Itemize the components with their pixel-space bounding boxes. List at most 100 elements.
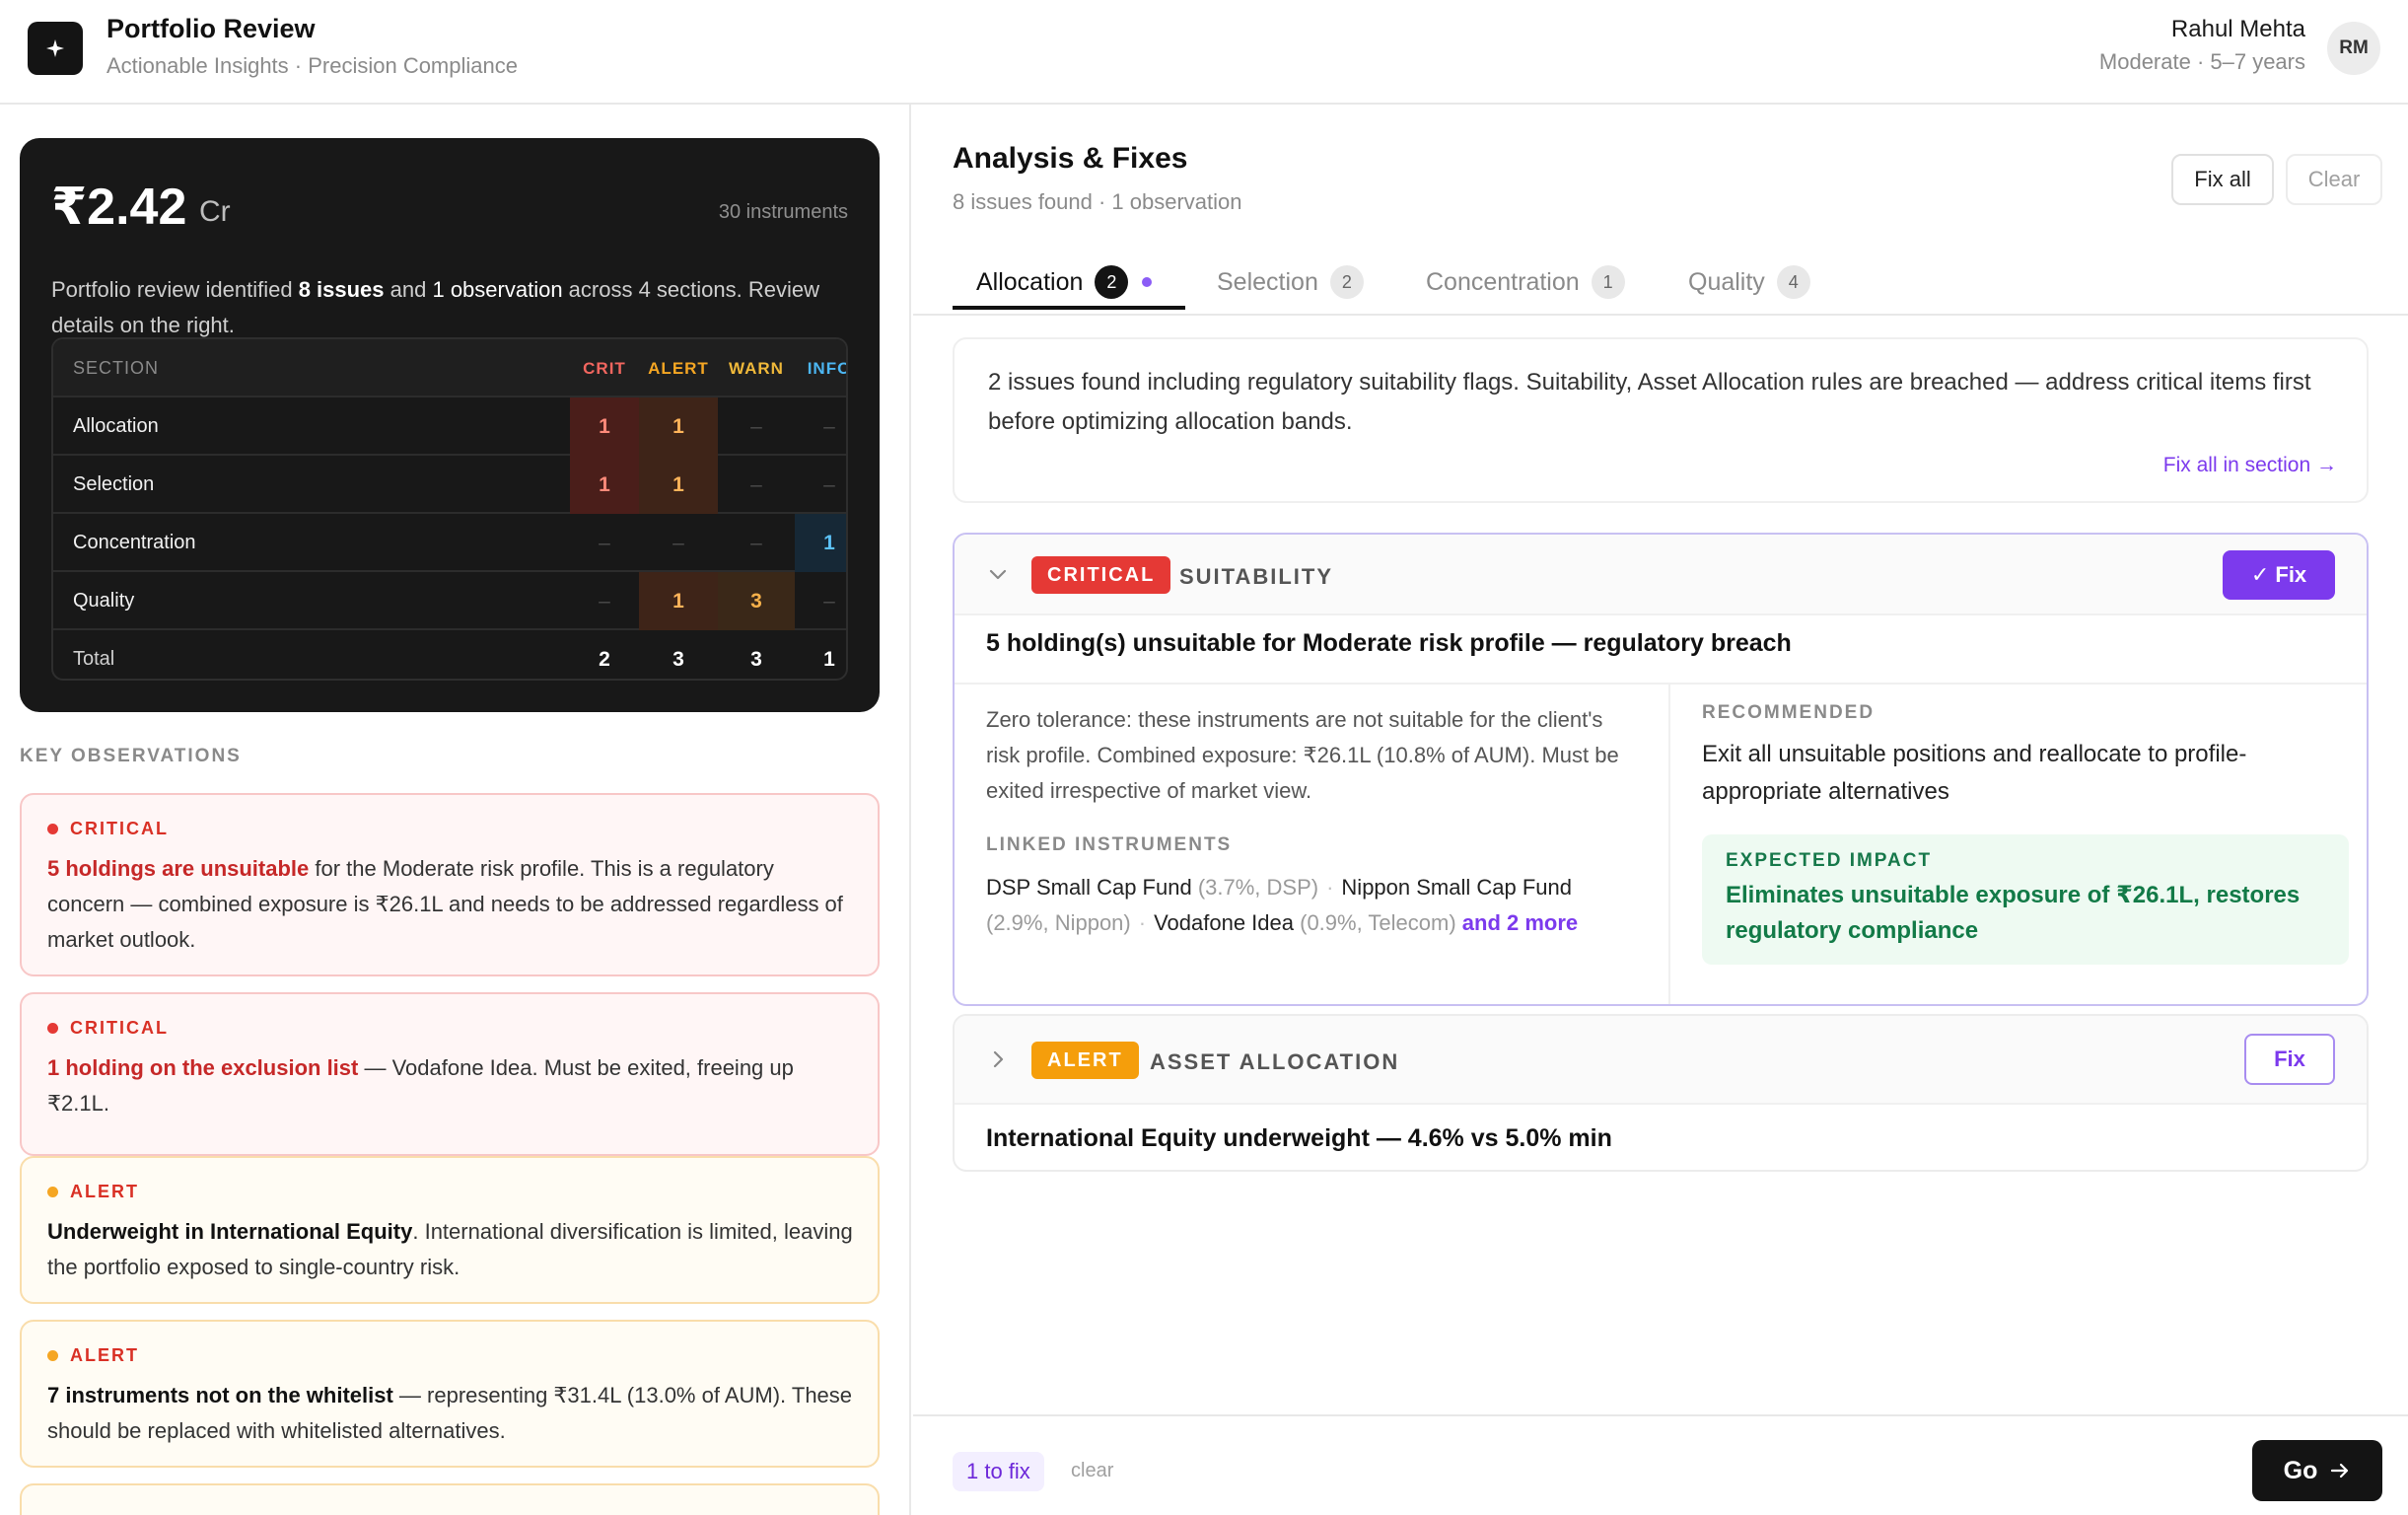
cell-alert: 1 — [639, 456, 718, 514]
clear-button[interactable]: Clear — [2286, 154, 2382, 205]
cell-info: – — [823, 473, 835, 496]
critical-dot-icon — [47, 1023, 58, 1034]
linked-instrument-meta: (2.9%, Nippon) — [986, 910, 1131, 935]
fix-all-in-section-link[interactable]: Fix all in section → — [2163, 454, 2337, 477]
app-subtitle: Actionable Insights · Precision Complian… — [106, 53, 518, 78]
chevron-right-icon[interactable] — [986, 1047, 1010, 1071]
cell-crit: 1 — [570, 397, 639, 456]
observation-highlight: 1 holding on the exclusion list — [47, 1055, 359, 1080]
linked-instrument-meta: (3.7%, DSP) — [1197, 875, 1319, 900]
observation-highlight: 7 instruments not on the whitelist — [47, 1383, 393, 1407]
header-section: SECTION — [73, 358, 160, 378]
summary-text-part: Portfolio review identified — [51, 277, 299, 302]
observation-text: 7 instruments not on the whitelist — rep… — [47, 1378, 854, 1449]
portfolio-summary-card: ₹2.42 Cr 30 instruments Portfolio review… — [20, 138, 880, 712]
user-name: Rahul Mehta — [2170, 16, 2305, 42]
cell-alert: 1 — [639, 572, 718, 630]
observation-highlight: Underweight in International Equity — [47, 1219, 413, 1244]
go-button[interactable]: Go — [2252, 1440, 2382, 1501]
summary-text-part: and — [384, 277, 433, 302]
tab-quality[interactable]: Quality 4 — [1688, 249, 1810, 316]
observation-level: ALERT — [47, 1182, 854, 1202]
avatar[interactable]: RM — [2327, 22, 2380, 75]
issue-description: Zero tolerance: these instruments are no… — [986, 707, 1619, 803]
fix-button[interactable]: ✓ Fix — [2223, 550, 2335, 600]
observation-text: Underweight in International Equity. Int… — [47, 1214, 854, 1285]
table-row[interactable]: Selection 1 1 – – — [53, 456, 846, 514]
section-summary-table: SECTION CRIT ALERT WARN INFO Allocation … — [51, 337, 848, 681]
portfolio-value: ₹2.42 — [51, 179, 187, 236]
total-label: Total — [73, 648, 115, 670]
active-tab-indicator — [953, 306, 1185, 310]
observation-highlight: 5 holdings are unsuitable — [47, 856, 310, 881]
total-info: 1 — [823, 648, 835, 671]
separator: · — [1326, 875, 1334, 900]
linked-instrument[interactable]: DSP Small Cap Fund — [986, 875, 1192, 900]
issue-header[interactable]: CRITICAL SUITABILITY ✓ Fix — [955, 535, 2367, 615]
linked-instruments-label: LINKED INSTRUMENTS — [986, 834, 1233, 855]
expected-impact-label: EXPECTED IMPACT — [1726, 850, 1933, 871]
observation-level: CRITICAL — [47, 819, 854, 839]
observation-level-label: ALERT — [70, 1345, 139, 1365]
linked-instrument-meta: (0.9%, Telecom) — [1300, 910, 1456, 935]
issue-card-asset-allocation: ALERT ASSET ALLOCATION Fix International… — [953, 1014, 2369, 1172]
issue-card-suitability: CRITICAL SUITABILITY ✓ Fix 5 holding(s) … — [953, 533, 2369, 1006]
tab-concentration[interactable]: Concentration 1 — [1426, 249, 1625, 316]
cell-crit: – — [599, 532, 610, 554]
sparkle-icon — [46, 39, 64, 57]
issue-title: 5 holding(s) unsuitable for Moderate ris… — [986, 629, 1792, 657]
linked-instrument[interactable]: Nippon Small Cap Fund — [1341, 875, 1572, 900]
observation-card[interactable]: CRITICAL 1 holding on the exclusion list… — [20, 992, 880, 1156]
show-more-link[interactable]: and 2 more — [1462, 910, 1578, 935]
section-intro-card: 2 issues found including regulatory suit… — [953, 337, 2369, 503]
summary-observation-count: 1 observation — [432, 277, 563, 302]
tab-label: Concentration — [1426, 267, 1580, 296]
table-row[interactable]: Allocation 1 1 – – — [53, 397, 846, 456]
cell-warn: – — [750, 415, 762, 438]
observation-card[interactable]: ALERT 7 instruments not on the whitelist… — [20, 1320, 880, 1468]
table-row[interactable]: Quality – 1 3 – — [53, 572, 846, 630]
observation-level-label: CRITICAL — [70, 819, 169, 838]
header-warn: WARN — [729, 359, 784, 378]
issue-category: ASSET ALLOCATION — [1150, 1049, 1400, 1074]
fix-button[interactable]: Fix — [2244, 1034, 2335, 1085]
portfolio-value-unit: Cr — [199, 195, 231, 228]
tab-label: Quality — [1688, 267, 1765, 296]
divider — [1668, 685, 1670, 1004]
fix-all-button[interactable]: Fix all — [2171, 154, 2274, 205]
action-footer: 1 to fix clear Go — [913, 1414, 2408, 1515]
pending-dot-icon — [1142, 277, 1153, 287]
header-info: INFO — [807, 359, 848, 378]
linked-instrument[interactable]: Vodafone Idea — [1154, 910, 1294, 935]
cell-warn: – — [750, 532, 762, 554]
observation-card[interactable]: ALERT Underweight in International Equit… — [20, 1156, 880, 1304]
cell-alert: 1 — [639, 397, 718, 456]
total-warn: 3 — [750, 648, 762, 671]
observation-level-label: CRITICAL — [70, 1018, 169, 1038]
total-alert: 3 — [673, 648, 684, 671]
instrument-count: 30 instruments — [718, 201, 848, 223]
chevron-down-icon[interactable] — [986, 562, 1010, 586]
clear-selection-link[interactable]: clear — [1071, 1460, 1113, 1482]
observation-card-partial[interactable] — [20, 1483, 880, 1515]
cell-crit: 1 — [570, 456, 639, 514]
cell-info: – — [823, 590, 835, 613]
issue-details: Zero tolerance: these instruments are no… — [986, 702, 1637, 941]
issue-header[interactable]: ALERT ASSET ALLOCATION Fix — [955, 1016, 2367, 1105]
arrow-right-icon — [2331, 1463, 2349, 1479]
section-intro-text: 2 issues found including regulatory suit… — [988, 369, 2311, 435]
observation-card[interactable]: CRITICAL 5 holdings are unsuitable for t… — [20, 793, 880, 976]
tab-label: Allocation — [976, 267, 1084, 296]
cell-warn: – — [750, 473, 762, 496]
summary-issue-count: 8 issues — [298, 277, 385, 302]
critical-badge: CRITICAL — [1031, 556, 1171, 594]
tab-count: 1 — [1591, 265, 1625, 299]
issue-recommendation: RECOMMENDED Exit all unsuitable position… — [1702, 702, 2349, 965]
tab-label: Selection — [1217, 267, 1318, 296]
tab-count: 2 — [1329, 265, 1364, 299]
observation-level: CRITICAL — [47, 1018, 854, 1039]
table-row[interactable]: Concentration – – – 1 — [53, 514, 846, 572]
app-title: Portfolio Review — [106, 14, 316, 43]
analysis-title: Analysis & Fixes — [953, 142, 1188, 175]
tab-selection[interactable]: Selection 2 — [1217, 249, 1364, 316]
